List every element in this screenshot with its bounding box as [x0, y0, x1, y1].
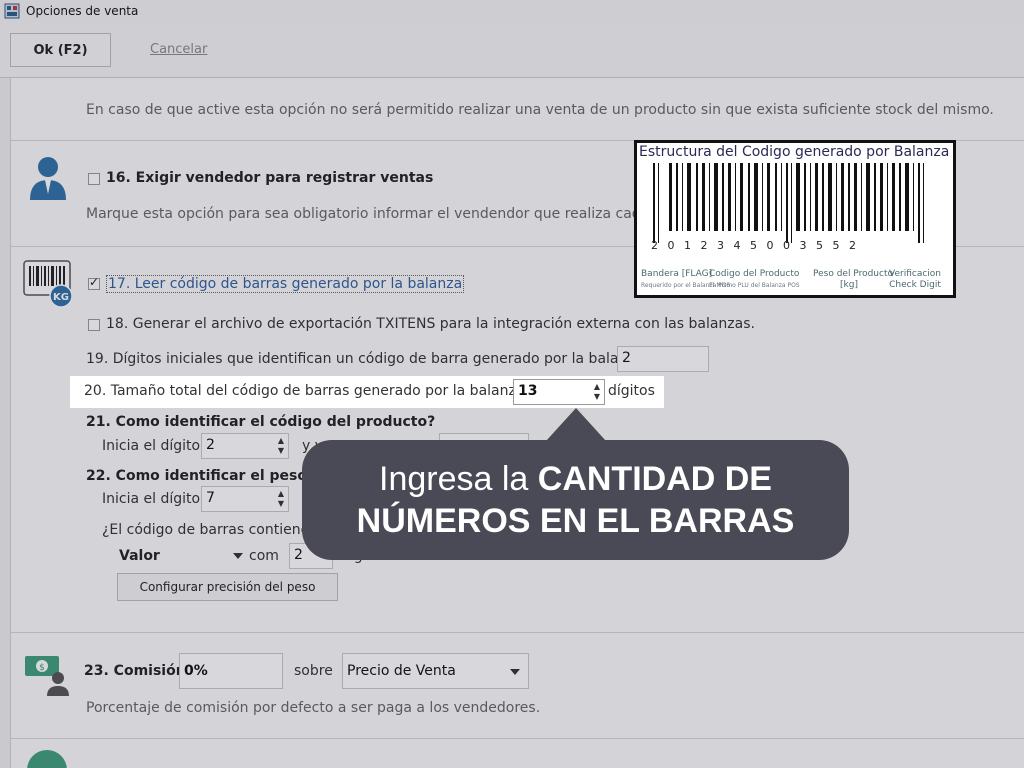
app-icon: [4, 3, 20, 19]
next-option-icon: [27, 750, 67, 768]
opt22-with-label: com: [249, 548, 279, 564]
opt20-label: 20. Tamaño total del código de barras ge…: [84, 383, 530, 399]
opt18-checkbox[interactable]: [88, 319, 100, 331]
barcode-flag-label: Bandera [FLAG] Requerido por el Balanza …: [641, 269, 731, 289]
callout-pointer: [546, 408, 606, 441]
opt23-over-label: sobre: [294, 663, 333, 679]
commission-value: 0%: [184, 663, 208, 679]
opt22-type-value: Valor: [119, 548, 160, 564]
window-title: Opciones de venta: [26, 4, 139, 18]
ok-button[interactable]: Ok (F2): [10, 33, 111, 67]
opt20-highlight: 20. Tamaño total del código de barras ge…: [70, 376, 664, 408]
callout-text: Ingresa la CANTIDAD DE NÚMEROS EN EL BAR…: [302, 458, 849, 542]
opt21-start-value: 2: [206, 437, 215, 453]
instruction-callout: Ingresa la CANTIDAD DE NÚMEROS EN EL BAR…: [302, 440, 849, 560]
chevron-down-icon: [233, 553, 243, 559]
divider: [11, 738, 1024, 739]
opt21-start-input[interactable]: 2 ▲ ▼: [201, 433, 289, 459]
callout-text-regular: Ingresa la: [379, 460, 538, 498]
opt17-checkbox[interactable]: [88, 275, 100, 290]
opt20-suffix: dígitos: [608, 383, 655, 399]
barcode-diagram-title: Estructura del Codigo generado por Balan…: [639, 144, 950, 160]
opt16-checkbox[interactable]: [88, 173, 100, 185]
opt22-type-select[interactable]: Valor: [115, 544, 245, 568]
opt22-start-input[interactable]: 7 ▲ ▼: [201, 486, 289, 512]
configure-weight-precision-button[interactable]: Configurar precisión del peso: [117, 573, 338, 601]
barcode-product-label: Codigo del Producto El Mismo PLU del Bal…: [709, 269, 800, 289]
kg-badge: KG: [53, 292, 69, 303]
cancel-link[interactable]: Cancelar: [150, 42, 207, 57]
spinner-icon[interactable]: ▲ ▼: [276, 436, 286, 456]
commission-input[interactable]: 0%: [179, 653, 283, 689]
opt16-title: 16. Exigir vendedor para registrar venta…: [106, 170, 434, 186]
chevron-down-icon: [510, 669, 520, 675]
spinner-icon[interactable]: ▲ ▼: [592, 382, 602, 402]
spinner-icon[interactable]: ▲ ▼: [276, 489, 286, 509]
opt20-input[interactable]: 13 ▲ ▼: [513, 379, 605, 405]
opt19-label: 19. Dígitos iniciales que identifican un…: [86, 351, 649, 367]
svg-text:$: $: [39, 663, 45, 673]
stock-description: En caso de que active esta opción no ser…: [86, 102, 994, 118]
commission-base-value: Precio de Venta: [347, 663, 456, 679]
divider: [11, 632, 1024, 633]
barcode-weight-label: Peso del Producto [kg]: [813, 269, 893, 290]
opt20-value: 13: [518, 383, 538, 399]
barcode-check-label: Verificacion Check Digit: [889, 269, 941, 290]
opt22-decimals-value: 2: [294, 547, 303, 563]
opt23-description: Porcentaje de comisión por defecto a ser…: [86, 700, 541, 716]
opt23-title: 23. Comisión: [84, 663, 186, 679]
opt16-description: Marque esta opción para sea obligatorio …: [86, 206, 671, 222]
opt22-start-label: Inicia el dígito: [102, 491, 201, 507]
opt19-input[interactable]: 2: [617, 346, 709, 372]
opt22-decimals-question: ¿El código de barras contiene: [102, 522, 310, 538]
opt18-label: 18. Generar el archivo de exportación TX…: [106, 316, 755, 332]
toolbar: Ok (F2) Cancelar: [0, 22, 1024, 78]
commission-icon: $: [25, 656, 69, 696]
window-titlebar: Opciones de venta: [0, 0, 1024, 22]
opt22-start-value: 7: [206, 490, 215, 506]
salesperson-icon: [30, 157, 66, 200]
barcode-structure-diagram: Estructura del Codigo generado por Balan…: [634, 140, 956, 298]
barcode-image: [653, 163, 924, 243]
commission-base-select[interactable]: Precio de Venta: [342, 653, 529, 689]
barcode-digits: 2 0 1 2 3 4 5 0 0 3 5 5 2: [651, 239, 859, 252]
opt21-start-label: Inicia el dígito: [102, 438, 201, 454]
opt17-title: 17. Leer código de barras generado por l…: [106, 275, 465, 293]
scale-barcode-icon: KG: [23, 260, 73, 308]
opt21-title: 21. Como identificar el código del produ…: [86, 414, 436, 430]
